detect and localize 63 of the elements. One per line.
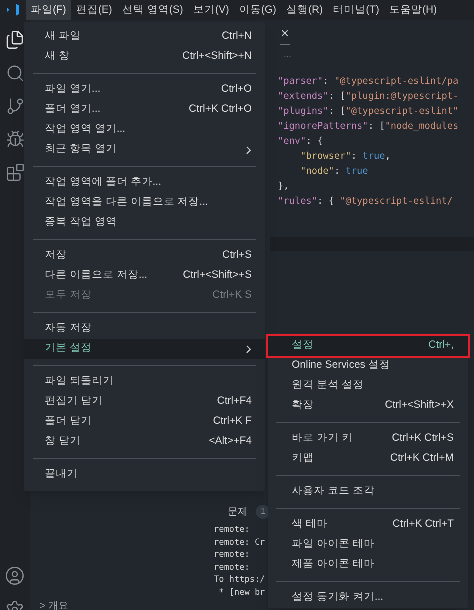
code-line: "rules": { "@typescript-eslint/ (278, 195, 453, 209)
bug-icon[interactable] (6, 130, 24, 149)
menu-item[interactable]: 최근 항목 열기 (24, 140, 265, 160)
terminal-line: remote: (214, 524, 250, 536)
problems-tab[interactable]: 문제 (228, 504, 248, 520)
terminal-line: remote: (214, 562, 250, 574)
menu-bar-item[interactable]: 선택 영역(S) (117, 0, 188, 20)
menu-item[interactable]: 중복 작업 영역 (24, 213, 265, 233)
menu-item[interactable]: 파일 되돌리기 (24, 372, 265, 392)
menu-item[interactable]: 사용자 코드 조각 (268, 482, 468, 502)
code-line: "extends": ["plugin:@typescript- (278, 90, 459, 104)
extensions-icon[interactable] (6, 163, 24, 182)
menu-bar-item[interactable]: 편집(E) (71, 0, 118, 20)
menu-item[interactable]: 다른 이름으로 저장... Ctrl+<Shift>+S (24, 266, 265, 286)
code-line: "browser": true, (300, 150, 391, 164)
menu-item[interactable]: 바로 가기 키 Ctrl+K Ctrl+S (268, 429, 468, 449)
menu-item[interactable]: 작업 영역을 다른 이름으로 저장... (24, 193, 265, 213)
menu-item[interactable]: 폴더 닫기 Ctrl+K F (24, 412, 265, 432)
menu-item[interactable]: 창 닫기 <Alt>+F4 (24, 432, 265, 452)
menu-item[interactable]: 원격 분석 설정 (268, 376, 468, 396)
menu-item[interactable]: 기본 설정 (24, 339, 265, 359)
menu-item[interactable]: 설정 동기화 켜기... (268, 588, 468, 608)
chevron-right-icon (246, 344, 252, 354)
terminal-line: * [new br (218, 586, 266, 599)
menu-bar-item[interactable]: 파일(F) (26, 0, 72, 20)
menu-item[interactable]: 키맵 Ctrl+K Ctrl+M (268, 449, 468, 469)
branch-icon[interactable] (6, 97, 24, 116)
code-line: "parser": "@typescript-eslint/pa (278, 75, 459, 89)
code-line: "env": { (278, 135, 324, 149)
menu-item[interactable]: 끝내기 (24, 465, 265, 485)
menu-item[interactable]: 편집기 닫기 Ctrl+F4 (24, 392, 265, 412)
terminal-line: remote: (214, 549, 250, 562)
menu-item[interactable]: 자동 저장 (24, 319, 265, 339)
menu-item[interactable]: 작업 영역 열기... (24, 120, 265, 140)
menu-bar-item[interactable]: 실행(R) (282, 0, 328, 20)
terminal-line: remote: Cr (214, 536, 266, 549)
menu-item[interactable]: 저장 Ctrl+S (24, 246, 265, 266)
close-tab-button[interactable]: × (280, 23, 290, 45)
menu-item[interactable]: 새 창 Ctrl+<Shift>+N (24, 47, 265, 67)
menu-item[interactable]: 확장 Ctrl+<Shift>+X (268, 396, 468, 416)
search-icon[interactable] (6, 64, 24, 83)
code-line: "plugins": ["@typescript-eslint" (278, 105, 459, 119)
menu-item[interactable]: 파일 아이콘 테마 (268, 535, 468, 555)
terminal-line: To https:/ (214, 574, 266, 586)
menu-bar-item[interactable]: 이동(G) (234, 0, 282, 20)
menu-bar-item[interactable]: 도움말(H) (384, 0, 442, 20)
chevron-right-icon (246, 146, 252, 154)
code-line: }, (278, 180, 290, 194)
menu-item[interactable]: 파일 열기... Ctrl+O (24, 80, 265, 100)
menu-bar-item[interactable]: 터미널(T) (328, 0, 385, 20)
logo-icon (6, 3, 20, 17)
menu-item[interactable]: 새 파일 Ctrl+N (24, 27, 265, 47)
files-icon[interactable] (5, 30, 25, 50)
menu-bar-item[interactable]: 보기(V) (188, 0, 234, 20)
menu-item[interactable]: 제품 아이콘 테마 (268, 555, 468, 575)
menu-item[interactable]: 작업 영역에 폴더 추가... (24, 173, 265, 193)
menu-item[interactable]: 폴더 열기... Ctrl+K Ctrl+O (24, 100, 265, 120)
code-line: "node": true (300, 165, 368, 179)
menu-item[interactable]: Online Services 설정 (268, 356, 468, 376)
menu-item[interactable]: 설정 Ctrl+, (268, 336, 468, 356)
account-icon[interactable] (5, 566, 25, 586)
code-line: "ignorePatterns": ["node_modules (278, 120, 459, 134)
menu-item[interactable]: 색 테마 Ctrl+K Ctrl+T (268, 515, 468, 535)
